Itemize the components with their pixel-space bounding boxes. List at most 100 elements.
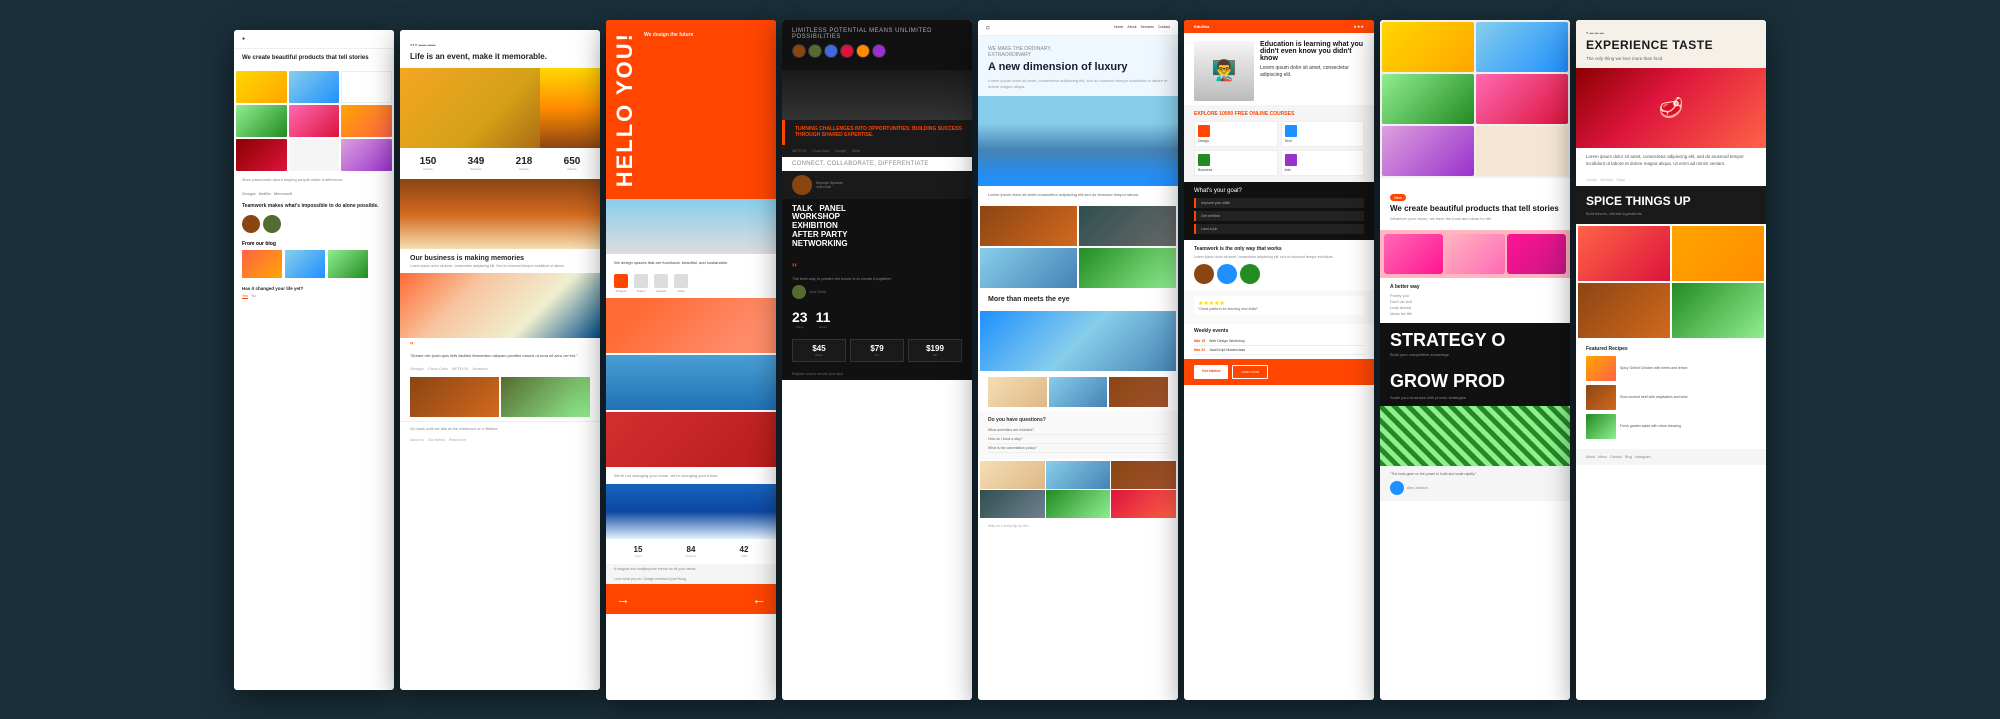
blog-previews: [242, 250, 386, 278]
event-images: [400, 375, 600, 421]
memories-title: Our business is making memories: [400, 249, 600, 264]
cta-secondary-btn[interactable]: Learn more: [1232, 365, 1268, 379]
explore-icon-3: [1198, 154, 1210, 166]
nav-contact[interactable]: Contact: [1158, 25, 1170, 29]
luxury-nav: ⬡ Home About Services Contact: [978, 20, 1178, 36]
color-cell-gray: [289, 139, 340, 171]
explore-label-3: Business: [1198, 168, 1274, 172]
content-section-1: More passionate about helping people mak…: [234, 173, 394, 188]
template-card-8[interactable]: ● ▬ ▬ ▬ EXPERIENCE TASTE The only thing …: [1576, 20, 1766, 700]
col-purple: [1382, 126, 1474, 176]
cta-link-1[interactable]: Yes: [242, 294, 248, 299]
footer-about[interactable]: About: [1586, 455, 1595, 459]
quote-section-4: " The best way to predict the future is …: [782, 254, 972, 305]
footer-link-3[interactable]: Read more: [449, 438, 466, 442]
recipe-text-2: Slow cooked beef with vegetables and win…: [1620, 395, 1688, 400]
grow-title: GROW PROD: [1390, 371, 1560, 392]
edu-hero-desc: Lorem ipsum dolor sit amet, consectetur …: [1260, 65, 1364, 79]
quote-mark: ": [792, 260, 962, 276]
food-emoji: 🥩: [1659, 96, 1684, 121]
footer-link-1[interactable]: About us: [410, 438, 424, 442]
cta-text-1: Has it changed your life yet?: [242, 286, 386, 291]
recipe-img-1: [1586, 356, 1616, 381]
template-card-7[interactable]: New We create beautiful products that te…: [1380, 20, 1570, 700]
luxury-logo: ⬡: [986, 25, 990, 30]
faq-item-1[interactable]: What amenities are included?: [988, 426, 1168, 435]
recipe-img-2: [1586, 385, 1616, 410]
luxury-hero-section: We make the ordinary,extraordinary A new…: [978, 36, 1178, 96]
testimonial-text-7: "The tools gave us the power to build an…: [1390, 472, 1560, 477]
schedule-section: TALK PANEL WORKSHOP EXHIBITION AFTER PAR…: [782, 199, 972, 255]
room-img-2: [1046, 461, 1111, 489]
team-av-2: [1217, 264, 1237, 284]
event-name-2: JavaScript Masterclass: [1209, 348, 1245, 352]
arch-stat-3: 42 Staff: [740, 545, 749, 558]
event-logo-3: Google: [835, 149, 846, 153]
food-image-2: [400, 179, 600, 249]
arch-stat-2: 84 Projects: [686, 545, 697, 558]
explore-item-2[interactable]: Tech: [1281, 121, 1365, 147]
spice-desc: Bold flavors, vibrant ingredients: [1586, 211, 1756, 216]
countdown-section: 23 Days 11 Hours: [782, 305, 972, 333]
cta-primary-btn[interactable]: Get started: [1194, 365, 1228, 379]
footer-blog[interactable]: Blog: [1625, 455, 1632, 459]
stat-1: 150 Dishes: [420, 156, 437, 171]
arrow-prev[interactable]: ←: [752, 591, 766, 607]
explore-item-4[interactable]: Arts: [1281, 150, 1365, 176]
template-card-2[interactable]: ●●● ▬▬ ▬▬ Life is an event, make it memo…: [400, 30, 600, 690]
explore-item-3[interactable]: Business: [1194, 150, 1278, 176]
small-img-2: [1049, 377, 1108, 407]
quote-name: Jane Smith: [809, 290, 827, 294]
template-card-5[interactable]: ⬡ Home About Services Contact We make th…: [978, 20, 1178, 700]
logo-google: Google: [242, 191, 256, 196]
template-card-4[interactable]: LIMITLESS POTENTIAL MEANS UNLIMITED POSS…: [782, 20, 972, 700]
pink-section-7: [1380, 230, 1570, 278]
event-img-1: [410, 377, 499, 417]
explore-item-1[interactable]: Design: [1194, 121, 1278, 147]
faq-item-3[interactable]: What is the cancellation policy?: [988, 444, 1168, 453]
events-title: Weekly events: [1194, 328, 1364, 334]
nav-home[interactable]: Home: [1114, 25, 1123, 29]
icon-label-4: Cities: [674, 289, 688, 293]
arrow-next[interactable]: →: [616, 591, 630, 607]
goal-item-3: Land a job: [1194, 224, 1364, 234]
arch-stat-label-3: Staff: [740, 554, 749, 558]
small-img-3: [1109, 377, 1168, 407]
cta-link-2[interactable]: No: [252, 294, 256, 299]
template-card-3[interactable]: HELLO YOU! We design the future We desig…: [606, 20, 776, 700]
template-card-6[interactable]: EduStar ★★★ 👨‍🏫 Education is learning wh…: [1184, 20, 1374, 700]
spa-img-pool: [980, 248, 1077, 288]
nav-about[interactable]: About: [1127, 25, 1136, 29]
food-body-text: Lorem ipsum dolor sit amet, consectetur …: [1576, 148, 1766, 174]
partner-3: NETFLIX: [452, 366, 469, 371]
pricing-section: $45 Basic $79 Pro $199 VIP: [782, 333, 972, 368]
footer-links-8: About Menu Contact Blog Instagram: [1576, 449, 1766, 465]
testimonials-section: ★★★★★ "Great platform for learning new s…: [1184, 290, 1374, 324]
stat-label-4: Clients: [564, 167, 581, 171]
speaker-info: Keynote SpeakerJohn Doe: [816, 181, 843, 189]
template-card-1[interactable]: ● We create beautiful products that tell…: [234, 30, 394, 690]
nav-bar-1: ●: [234, 30, 394, 49]
teamwork-desc: Lorem ipsum dolor sit amet, consectetur …: [1194, 255, 1364, 260]
faq-item-2[interactable]: How do I book a stay?: [988, 435, 1168, 444]
event-hero-4: LIMITLESS POTENTIAL MEANS UNLIMITED POSS…: [782, 20, 972, 70]
footer-link-2[interactable]: Our events: [428, 438, 445, 442]
recipe-img-3: [1586, 414, 1616, 439]
nav-services[interactable]: Services: [1141, 25, 1154, 29]
col-cream: [1476, 126, 1568, 176]
footer-contact[interactable]: Contact: [1610, 455, 1622, 459]
event-date-1: Mar 15: [1194, 339, 1205, 343]
educator-image: 👨‍🏫: [1194, 41, 1254, 101]
arch-text-2: We're not changing your home, we're chan…: [606, 469, 776, 482]
team-avatar-2: [263, 215, 281, 233]
event-hero-title: LIMITLESS POTENTIAL MEANS UNLIMITED POSS…: [792, 28, 962, 40]
color-cell-orange: [341, 105, 392, 137]
team-av-3: [1240, 264, 1260, 284]
taste-desc: The only thing we love more than food: [1586, 56, 1756, 63]
hello-text: HELLO YOU!: [614, 32, 636, 187]
footer-menu[interactable]: Menu: [1598, 455, 1607, 459]
arch-stat-num-2: 84: [686, 545, 697, 554]
passion-text: More passionate about helping people mak…: [242, 177, 386, 182]
footer-instagram[interactable]: Instagram: [1635, 455, 1651, 459]
grow-desc: Scale your business with proven strategi…: [1390, 395, 1560, 400]
